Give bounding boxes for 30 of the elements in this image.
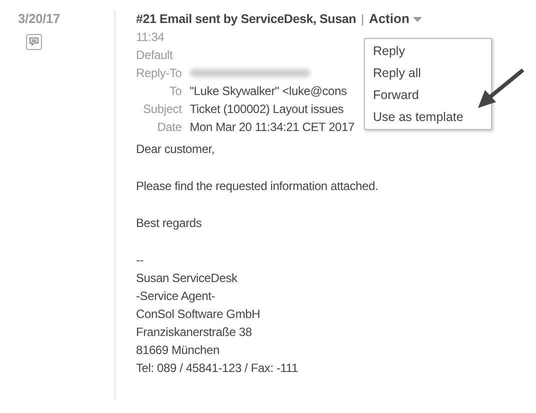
header-label: To bbox=[168, 83, 182, 100]
pointer-arrow bbox=[476, 68, 526, 110]
separator: | bbox=[361, 11, 364, 28]
email-time: 11:34 bbox=[136, 29, 164, 46]
body-line: Best regards bbox=[136, 215, 203, 232]
body-line: 81669 München bbox=[136, 342, 220, 359]
body-line: Susan ServiceDesk bbox=[136, 270, 238, 287]
header-label: Date bbox=[156, 119, 182, 136]
header-label: Reply-To bbox=[136, 65, 182, 82]
entry-date: 3/20/17 bbox=[18, 10, 60, 28]
header-value: "Luke Skywalker" <luke@cons bbox=[190, 83, 348, 100]
body-line: -Service Agent- bbox=[136, 288, 216, 305]
caret-icon bbox=[413, 16, 422, 22]
header-value: Ticket (100002) Layout issues bbox=[190, 101, 345, 118]
action-dropdown[interactable]: Action bbox=[368, 10, 422, 28]
menu-item[interactable]: Reply bbox=[365, 40, 413, 62]
body-line: Please find the requested information attached. bbox=[136, 178, 380, 195]
body-line: ConSol Software GmbH bbox=[136, 306, 262, 323]
menu-item[interactable]: Reply all bbox=[365, 62, 429, 84]
body-line: Tel: 089 / 45841-123 / Fax: -111 bbox=[136, 360, 299, 377]
body-line: -- bbox=[136, 252, 145, 269]
header-label: Subject bbox=[142, 101, 182, 118]
template-name: Default bbox=[136, 47, 173, 64]
body-line: Franziskanerstraße 38 bbox=[136, 324, 253, 341]
menu-item[interactable]: Forward bbox=[365, 84, 427, 106]
body-line: Dear customer, bbox=[136, 141, 216, 158]
menu-item[interactable]: Use as template bbox=[365, 106, 472, 128]
comment-icon bbox=[26, 34, 42, 50]
email-title: #21 Email sent by ServiceDesk, Susan bbox=[136, 11, 356, 28]
header-value: Mon Mar 20 11:34:21 CET 2017 bbox=[190, 119, 354, 136]
